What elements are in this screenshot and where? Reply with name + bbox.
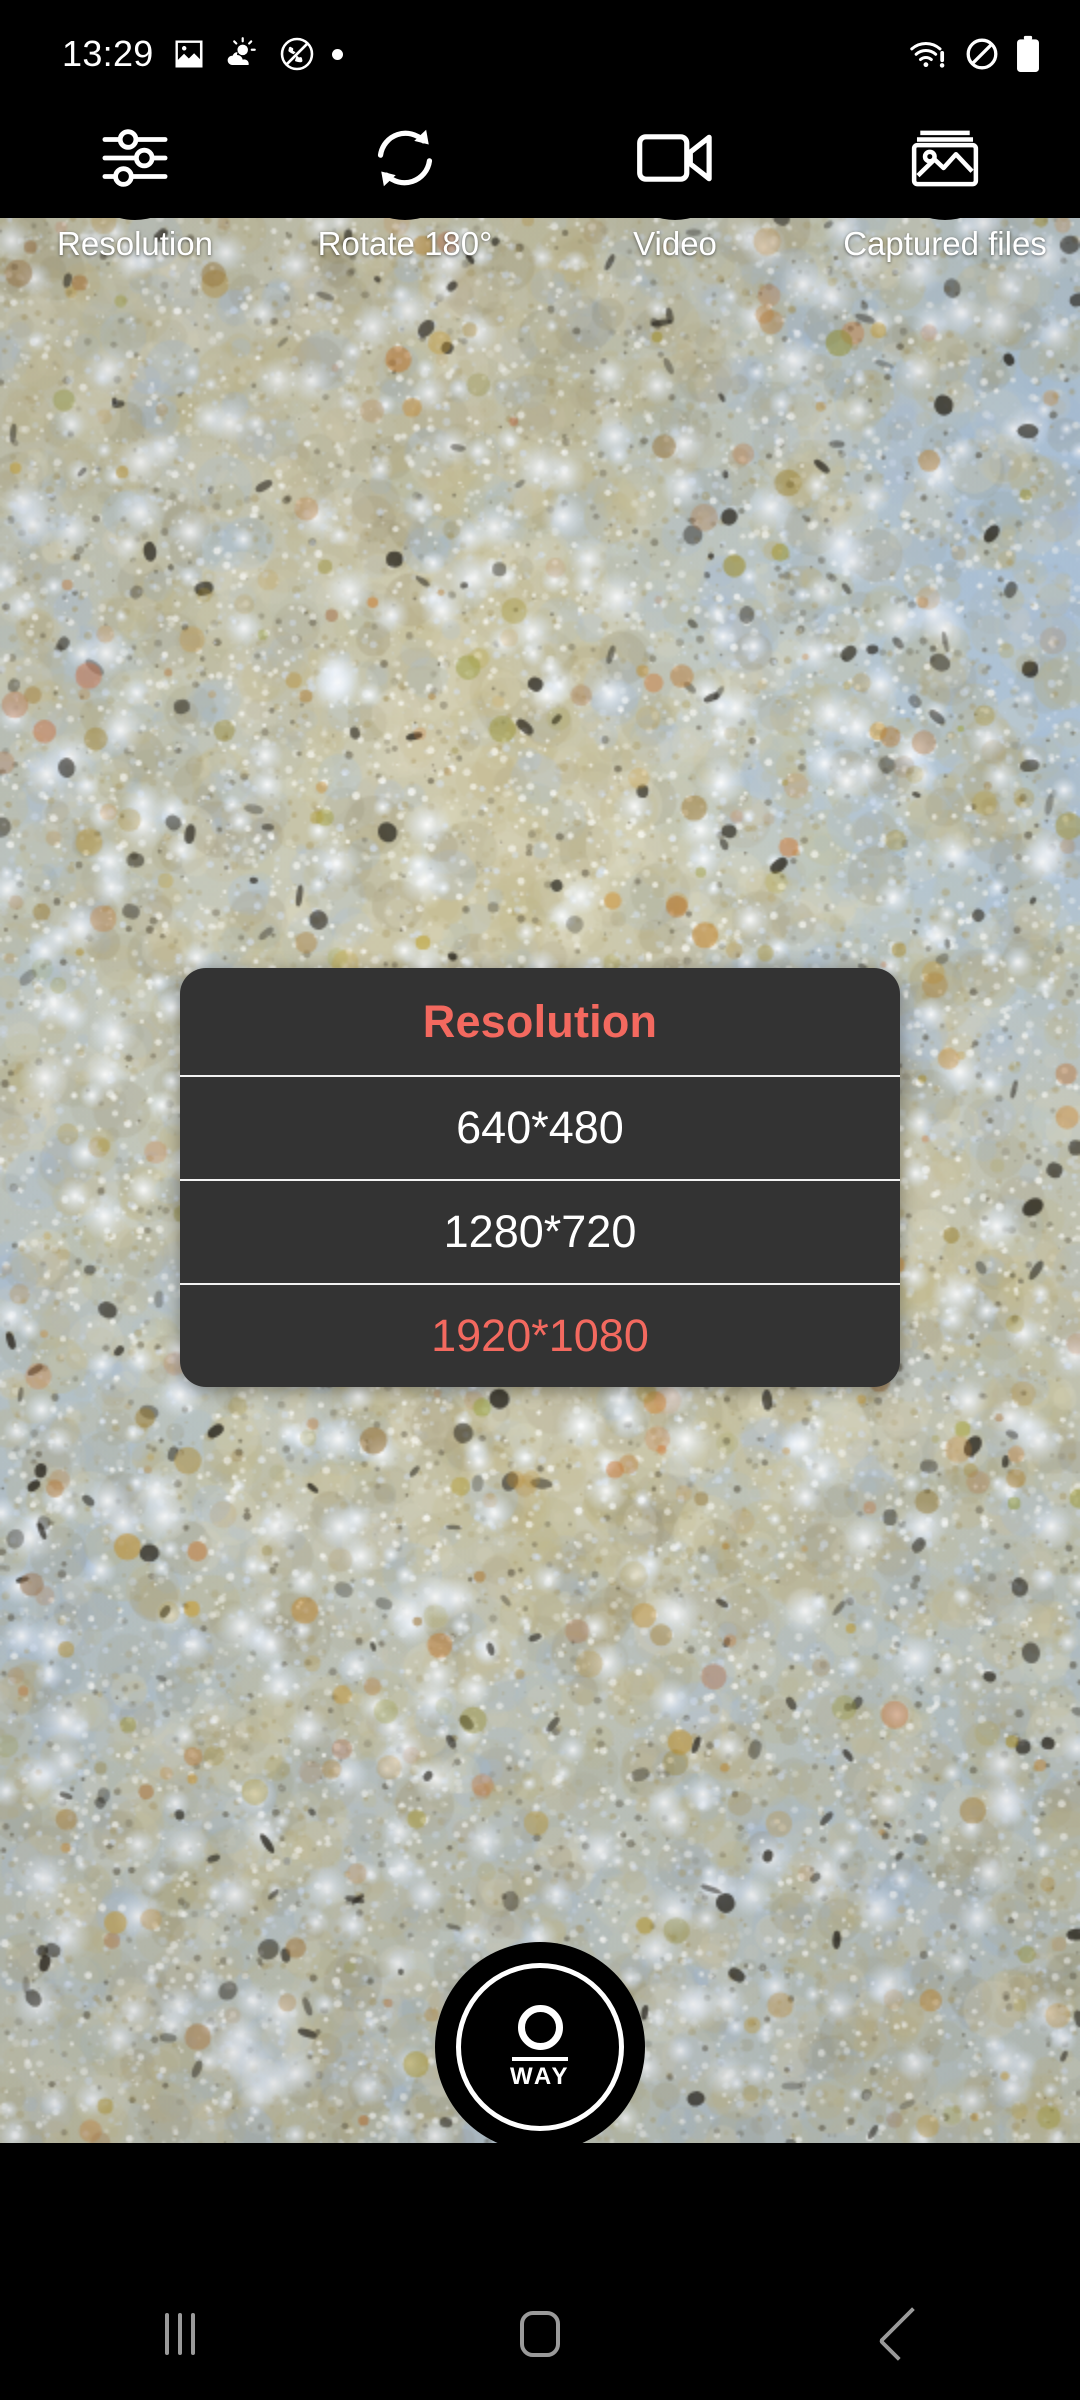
toolbar-icon-bubble xyxy=(73,96,197,220)
system-navigation-bar xyxy=(0,2268,1080,2400)
gallery-image-icon xyxy=(175,40,203,68)
battery-full-icon xyxy=(1017,35,1039,72)
video-camera-icon xyxy=(637,134,712,182)
toolbar-label-rotate-180: Rotate 180° xyxy=(317,225,493,262)
toolbar-icon-bubble xyxy=(883,96,1007,220)
resolution-option-1280x720[interactable]: 1280*720 xyxy=(180,1179,900,1283)
toolbar-icon-bubble xyxy=(343,96,467,220)
nav-recents-button[interactable] xyxy=(0,2268,360,2400)
sliders-icon xyxy=(102,129,168,187)
photo-stack-icon xyxy=(911,130,979,187)
resolution-option-1920x1080[interactable]: 1920*1080 xyxy=(180,1283,900,1387)
toolbar-label-captured-files: Captured files xyxy=(843,225,1047,262)
camera-toolbar: Resolution Rotate 180° Video Captured fi… xyxy=(0,96,1080,323)
status-bar-left: 13:29 xyxy=(62,36,343,72)
status-bar: 13:29 xyxy=(0,0,1080,108)
oway-logo-bar xyxy=(512,2057,568,2061)
oway-logo-text: WAY xyxy=(510,2063,570,2090)
toolbar-label-resolution: Resolution xyxy=(57,225,213,262)
back-icon xyxy=(878,2307,932,2361)
status-clock: 13:29 xyxy=(62,33,154,74)
resolution-dialog-title: Resolution xyxy=(422,995,658,1047)
toolbar-icon-bubble xyxy=(613,96,737,220)
toolbar-item-resolution[interactable]: Resolution xyxy=(0,96,270,323)
recents-icon xyxy=(165,2313,195,2355)
weather-partly-cloudy-icon xyxy=(227,37,256,65)
toolbar-label-video: Video xyxy=(633,225,717,262)
call-blocked-icon xyxy=(280,37,313,71)
wifi-no-internet-icon xyxy=(910,41,945,68)
nav-back-button[interactable] xyxy=(720,2268,1080,2400)
oway-logo-icon xyxy=(517,2005,563,2050)
home-icon xyxy=(520,2311,560,2357)
rotate-refresh-icon xyxy=(377,129,433,187)
resolution-option-640x480[interactable]: 640*480 xyxy=(180,1075,900,1179)
toolbar-item-video[interactable]: Video xyxy=(540,96,810,323)
do-not-disturb-icon xyxy=(966,38,998,70)
status-bar-right xyxy=(908,35,1040,73)
resolution-dialog: Resolution 640*480 1280*720 1920*1080 xyxy=(180,968,900,1387)
notification-dot-icon xyxy=(331,48,343,60)
nav-home-button[interactable] xyxy=(360,2268,720,2400)
toolbar-item-captured-files[interactable]: Captured files xyxy=(810,96,1080,323)
phone-screen: 13:29 Resolution Rotate 180° Video Captu… xyxy=(0,0,1080,2400)
toolbar-item-rotate-180[interactable]: Rotate 180° xyxy=(270,96,540,323)
shutter-ring: WAY xyxy=(456,1963,624,2131)
shutter-capture-button[interactable]: WAY xyxy=(435,1942,645,2152)
